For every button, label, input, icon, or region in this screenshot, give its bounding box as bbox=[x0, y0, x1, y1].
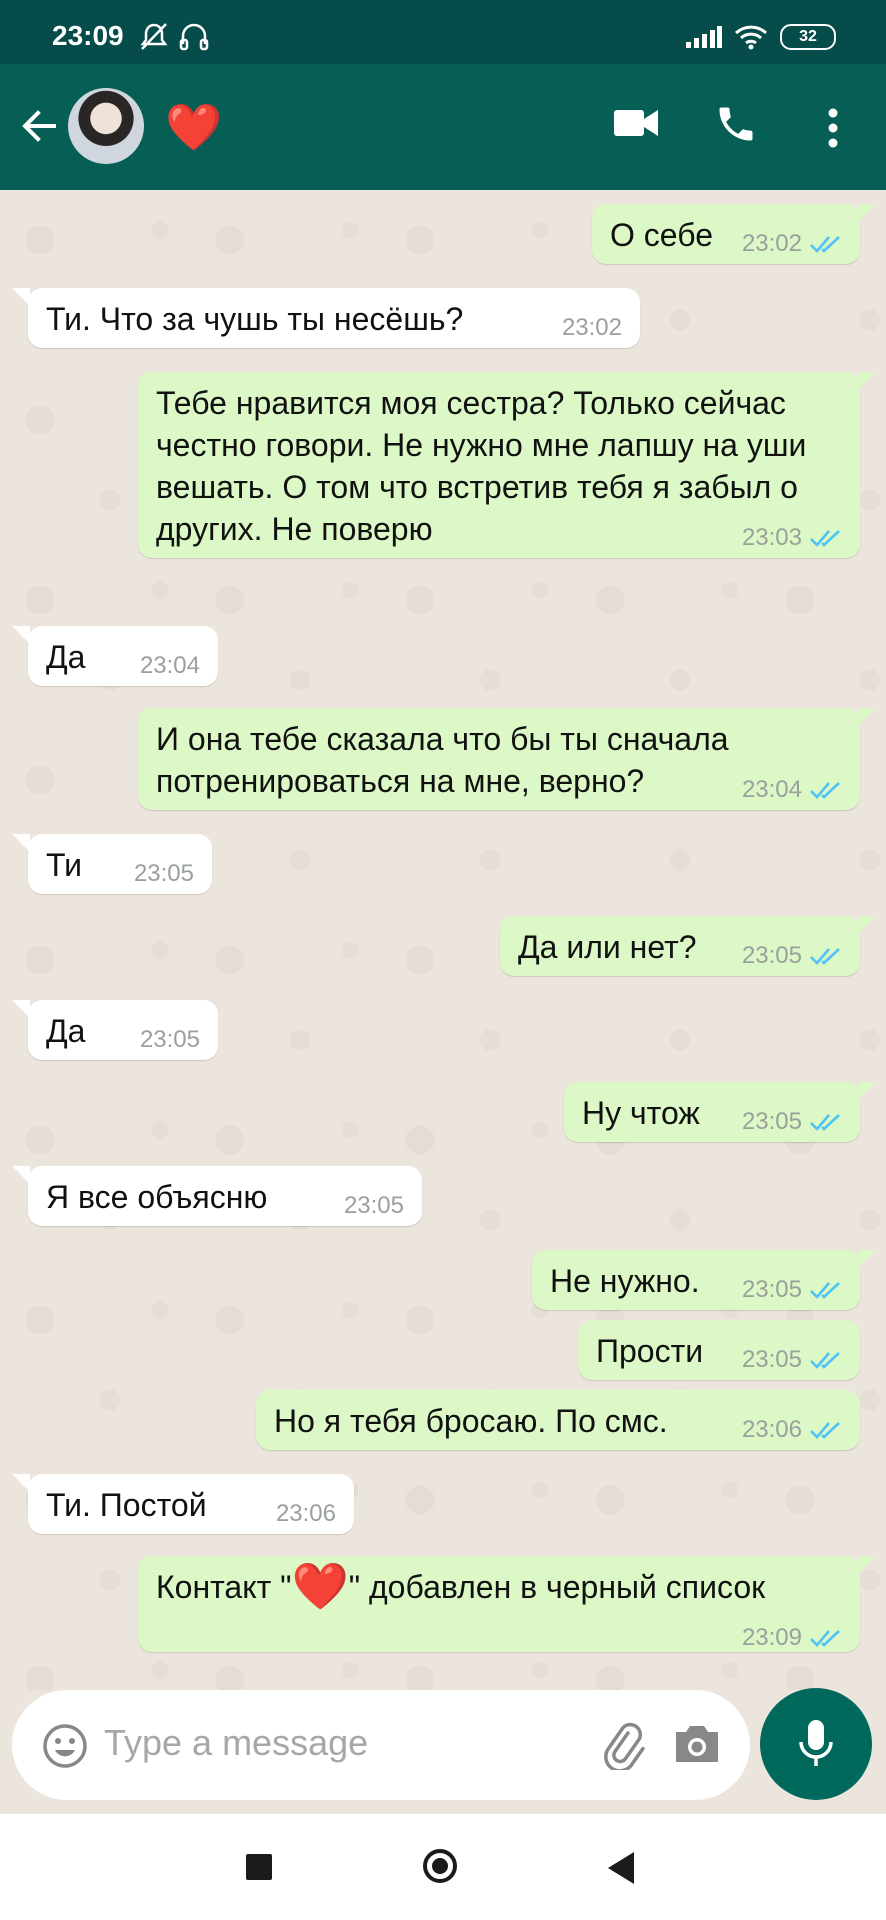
message-outgoing[interactable]: Тебе нравится моя сестра? Только сейчас … bbox=[138, 372, 876, 558]
recent-apps-button[interactable] bbox=[246, 1854, 272, 1880]
message-time: 23:05 bbox=[343, 1192, 404, 1219]
message-incoming[interactable]: Да 23:04 bbox=[12, 626, 218, 686]
headset-icon bbox=[180, 23, 209, 51]
message-time: 23:05 bbox=[741, 1276, 802, 1303]
message-text: Тебе нравится моя сестра? Только сейчас … bbox=[156, 385, 807, 547]
message-time: 23:06 bbox=[741, 1416, 802, 1443]
message-time: 23:05 bbox=[741, 1108, 802, 1135]
chat-area[interactable]: О себе 23:02 Ти. Что за чушь ты несёшь? … bbox=[0, 190, 886, 1690]
message-incoming[interactable]: Ти. Что за чушь ты несёшь? 23:02 bbox=[12, 288, 640, 348]
message-input[interactable]: Type a message bbox=[104, 1718, 368, 1768]
mic-icon bbox=[799, 1720, 833, 1766]
mute-bell-icon bbox=[140, 23, 168, 50]
message-composer: Type a message bbox=[12, 1690, 750, 1800]
heart-emoji: ❤️ bbox=[291, 1560, 349, 1612]
message-outgoing[interactable]: Контакт "❤️" добавлен в черный список 23… bbox=[138, 1556, 876, 1652]
message-outgoing[interactable]: Ну чтож 23:05 bbox=[564, 1082, 876, 1142]
signal-icon bbox=[686, 26, 722, 48]
message-text: Да или нет? bbox=[518, 929, 697, 965]
message-text: Прости bbox=[596, 1333, 704, 1369]
mic-button[interactable] bbox=[760, 1688, 872, 1800]
phone-icon[interactable] bbox=[714, 102, 758, 146]
message-time: 23:02 bbox=[561, 314, 622, 341]
read-ticks-icon bbox=[810, 948, 840, 965]
message-outgoing[interactable]: О себе 23:02 bbox=[592, 204, 876, 264]
message-text: Ти. Что за чушь ты несёшь? bbox=[46, 301, 464, 337]
emoji-icon[interactable] bbox=[42, 1723, 88, 1769]
read-ticks-icon bbox=[810, 1282, 840, 1299]
message-time: 23:02 bbox=[741, 230, 802, 257]
message-time: 23:05 bbox=[741, 942, 802, 969]
status-bar: 23:09 32 bbox=[0, 0, 886, 64]
contact-name[interactable]: ❤️ bbox=[165, 102, 222, 152]
attach-icon[interactable] bbox=[598, 1720, 648, 1770]
message-time: 23:06 bbox=[275, 1500, 336, 1527]
battery-icon: 32 bbox=[780, 24, 836, 50]
read-ticks-icon bbox=[810, 1352, 840, 1369]
back-arrow-icon[interactable] bbox=[18, 106, 58, 146]
message-outgoing[interactable]: Да или нет? 23:05 bbox=[500, 916, 876, 976]
message-outgoing[interactable]: Не нужно. 23:05 bbox=[532, 1250, 876, 1310]
message-outgoing[interactable]: И она тебе сказала что бы ты сначала пот… bbox=[138, 708, 876, 810]
message-text: Я все объясню bbox=[46, 1179, 268, 1215]
message-text: Но я тебя бросаю. По смс. bbox=[274, 1403, 668, 1439]
wifi-icon bbox=[734, 25, 768, 50]
message-time: 23:05 bbox=[139, 1026, 200, 1053]
read-ticks-icon bbox=[810, 1114, 840, 1131]
message-text: Ти. Постой bbox=[46, 1487, 207, 1523]
message-outgoing[interactable]: Прости 23:05 bbox=[578, 1320, 860, 1380]
message-text: Ти bbox=[46, 847, 83, 883]
message-time: 23:05 bbox=[741, 1346, 802, 1373]
system-back-button[interactable] bbox=[608, 1852, 634, 1884]
message-text: Ну чтож bbox=[582, 1095, 700, 1131]
read-ticks-icon bbox=[810, 1422, 840, 1439]
message-text: Да bbox=[46, 1013, 86, 1049]
system-nav-bar bbox=[0, 1814, 886, 1920]
camera-icon[interactable] bbox=[672, 1722, 722, 1766]
home-button[interactable] bbox=[423, 1849, 457, 1883]
message-time: 23:03 bbox=[741, 524, 802, 551]
video-call-icon[interactable] bbox=[614, 108, 658, 138]
message-incoming[interactable]: Ти. Постой 23:06 bbox=[12, 1474, 354, 1534]
more-vert-icon[interactable] bbox=[826, 108, 840, 148]
message-time: 23:09 bbox=[741, 1624, 802, 1651]
message-time: 23:04 bbox=[741, 776, 802, 803]
read-ticks-icon bbox=[810, 782, 840, 799]
message-time: 23:05 bbox=[133, 860, 194, 887]
message-outgoing[interactable]: Но я тебя бросаю. По смс. 23:06 bbox=[256, 1390, 860, 1450]
message-incoming[interactable]: Я все объясню 23:05 bbox=[12, 1166, 422, 1226]
avatar[interactable] bbox=[68, 88, 144, 164]
status-time: 23:09 bbox=[52, 20, 124, 51]
message-text: Не нужно. bbox=[550, 1263, 700, 1299]
read-ticks-icon bbox=[810, 1630, 840, 1647]
read-ticks-icon bbox=[810, 236, 840, 253]
message-text: О себе bbox=[610, 217, 713, 253]
read-ticks-icon bbox=[810, 530, 840, 547]
message-text: Контакт "❤️" добавлен в черный список bbox=[156, 1560, 766, 1612]
chat-header: ❤️ bbox=[0, 64, 886, 190]
message-text: Да bbox=[46, 639, 86, 675]
message-text: И она тебе сказала что бы ты сначала пот… bbox=[156, 721, 729, 799]
message-incoming[interactable]: Ти 23:05 bbox=[12, 834, 212, 894]
message-time: 23:04 bbox=[139, 652, 200, 679]
message-incoming[interactable]: Да 23:05 bbox=[12, 1000, 218, 1060]
